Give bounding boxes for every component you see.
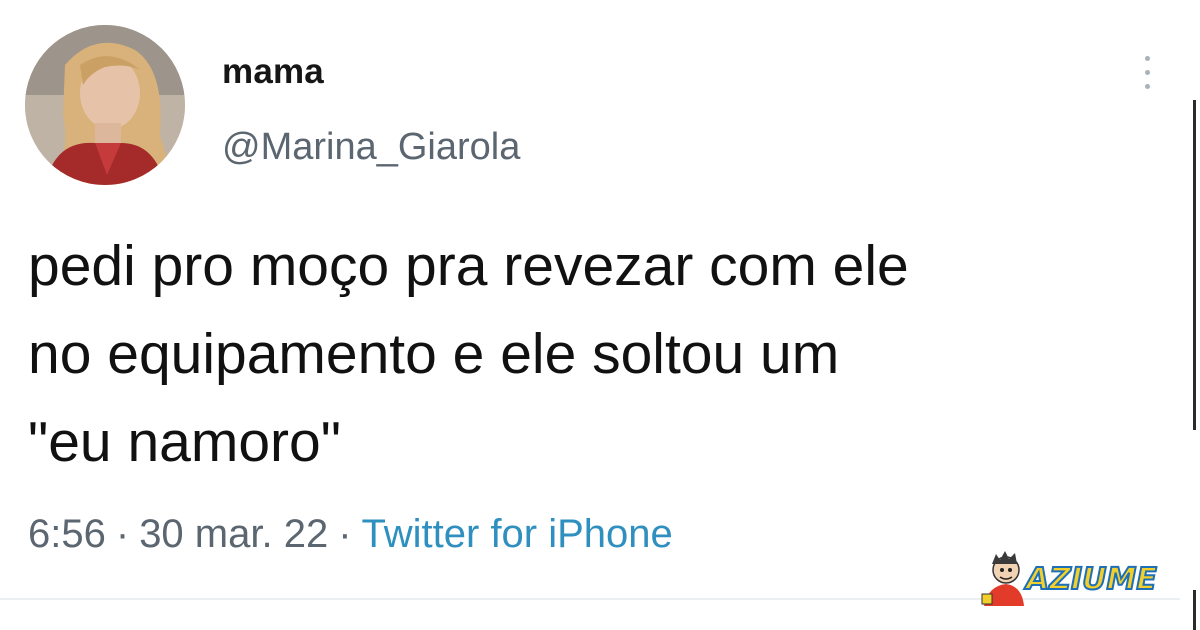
tweet-time[interactable]: 6:56: [28, 512, 106, 556]
mascot-logo-icon: [981, 551, 1024, 606]
tweet-card: mama @Marina_Giarola pedi pro moço pra r…: [0, 0, 1200, 630]
meta-separator: ·: [338, 512, 352, 556]
scrollbar-bottom: [1193, 590, 1196, 630]
meta-separator: ·: [115, 512, 130, 556]
tweet-date[interactable]: 30 mar. 22: [139, 512, 328, 556]
tweet-text-line: pedi pro moço pra revezar com ele: [28, 234, 909, 298]
display-name[interactable]: mama: [222, 52, 324, 92]
user-handle[interactable]: @Marina_Giarola: [222, 126, 520, 169]
more-options-button[interactable]: [1135, 52, 1159, 94]
avatar[interactable]: [25, 25, 185, 185]
tweet-source-link[interactable]: Twitter for iPhone: [362, 512, 673, 556]
tweet-text-line: "eu namoro": [28, 410, 341, 474]
avatar-photo: [25, 25, 185, 185]
tweet-text-line: no equipamento e ele soltou um: [28, 322, 840, 386]
scrollbar[interactable]: [1193, 100, 1196, 430]
tweet-text: pedi pro moço pra revezar com ele no equ…: [28, 222, 1188, 486]
more-vertical-icon: [1145, 56, 1150, 61]
tweet-meta: 6:56 · 30 mar. 22 · Twitter for iPhone: [28, 512, 673, 557]
watermark-text: AZIUME: [1025, 561, 1158, 598]
watermark: AZIUME: [978, 548, 1178, 608]
more-vertical-icon-dot: [1145, 70, 1150, 75]
more-vertical-icon-dot: [1145, 84, 1150, 89]
